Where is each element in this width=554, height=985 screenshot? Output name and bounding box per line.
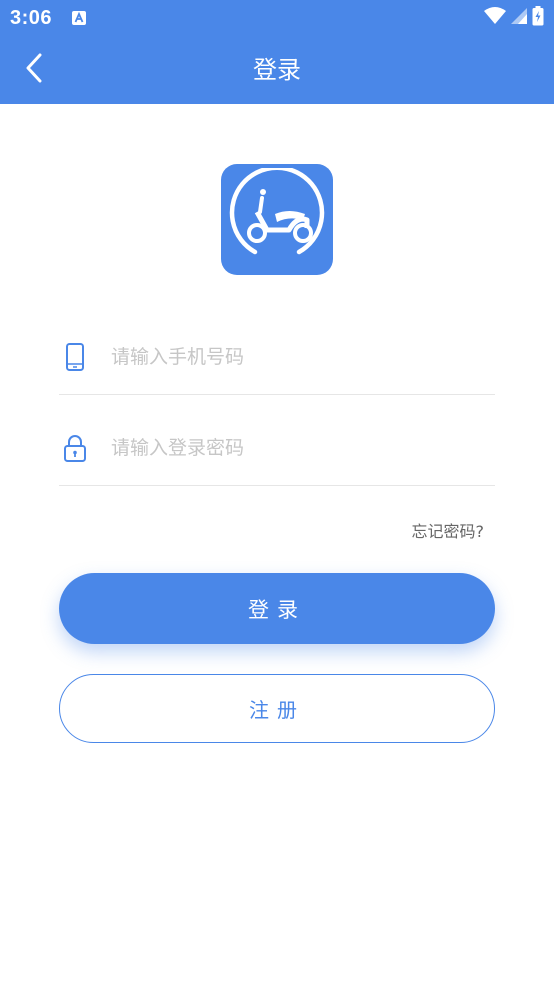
page-title: 登录 <box>253 56 301 84</box>
scooter-icon <box>227 165 327 272</box>
lock-icon <box>63 433 87 463</box>
forgot-password-link[interactable]: 忘记密码? <box>412 518 485 542</box>
phone-field <box>59 325 495 395</box>
login-button[interactable]: 登录 <box>59 573 495 644</box>
app-header: 3:06 登录 <box>0 0 554 104</box>
status-bar: 3:06 <box>0 0 554 36</box>
battery-charging-icon <box>532 6 544 30</box>
wifi-icon <box>484 7 506 29</box>
status-icons <box>484 6 544 30</box>
signal-icon <box>510 7 528 29</box>
a-letter-icon <box>72 10 86 25</box>
status-time: 3:06 <box>10 7 53 29</box>
app-logo <box>221 164 333 275</box>
password-field <box>59 416 495 486</box>
nav-bar: 登录 <box>0 36 554 104</box>
phone-input[interactable] <box>111 339 481 375</box>
phone-icon <box>63 342 87 372</box>
register-button[interactable]: 注册 <box>59 674 495 743</box>
password-input[interactable] <box>111 430 481 466</box>
